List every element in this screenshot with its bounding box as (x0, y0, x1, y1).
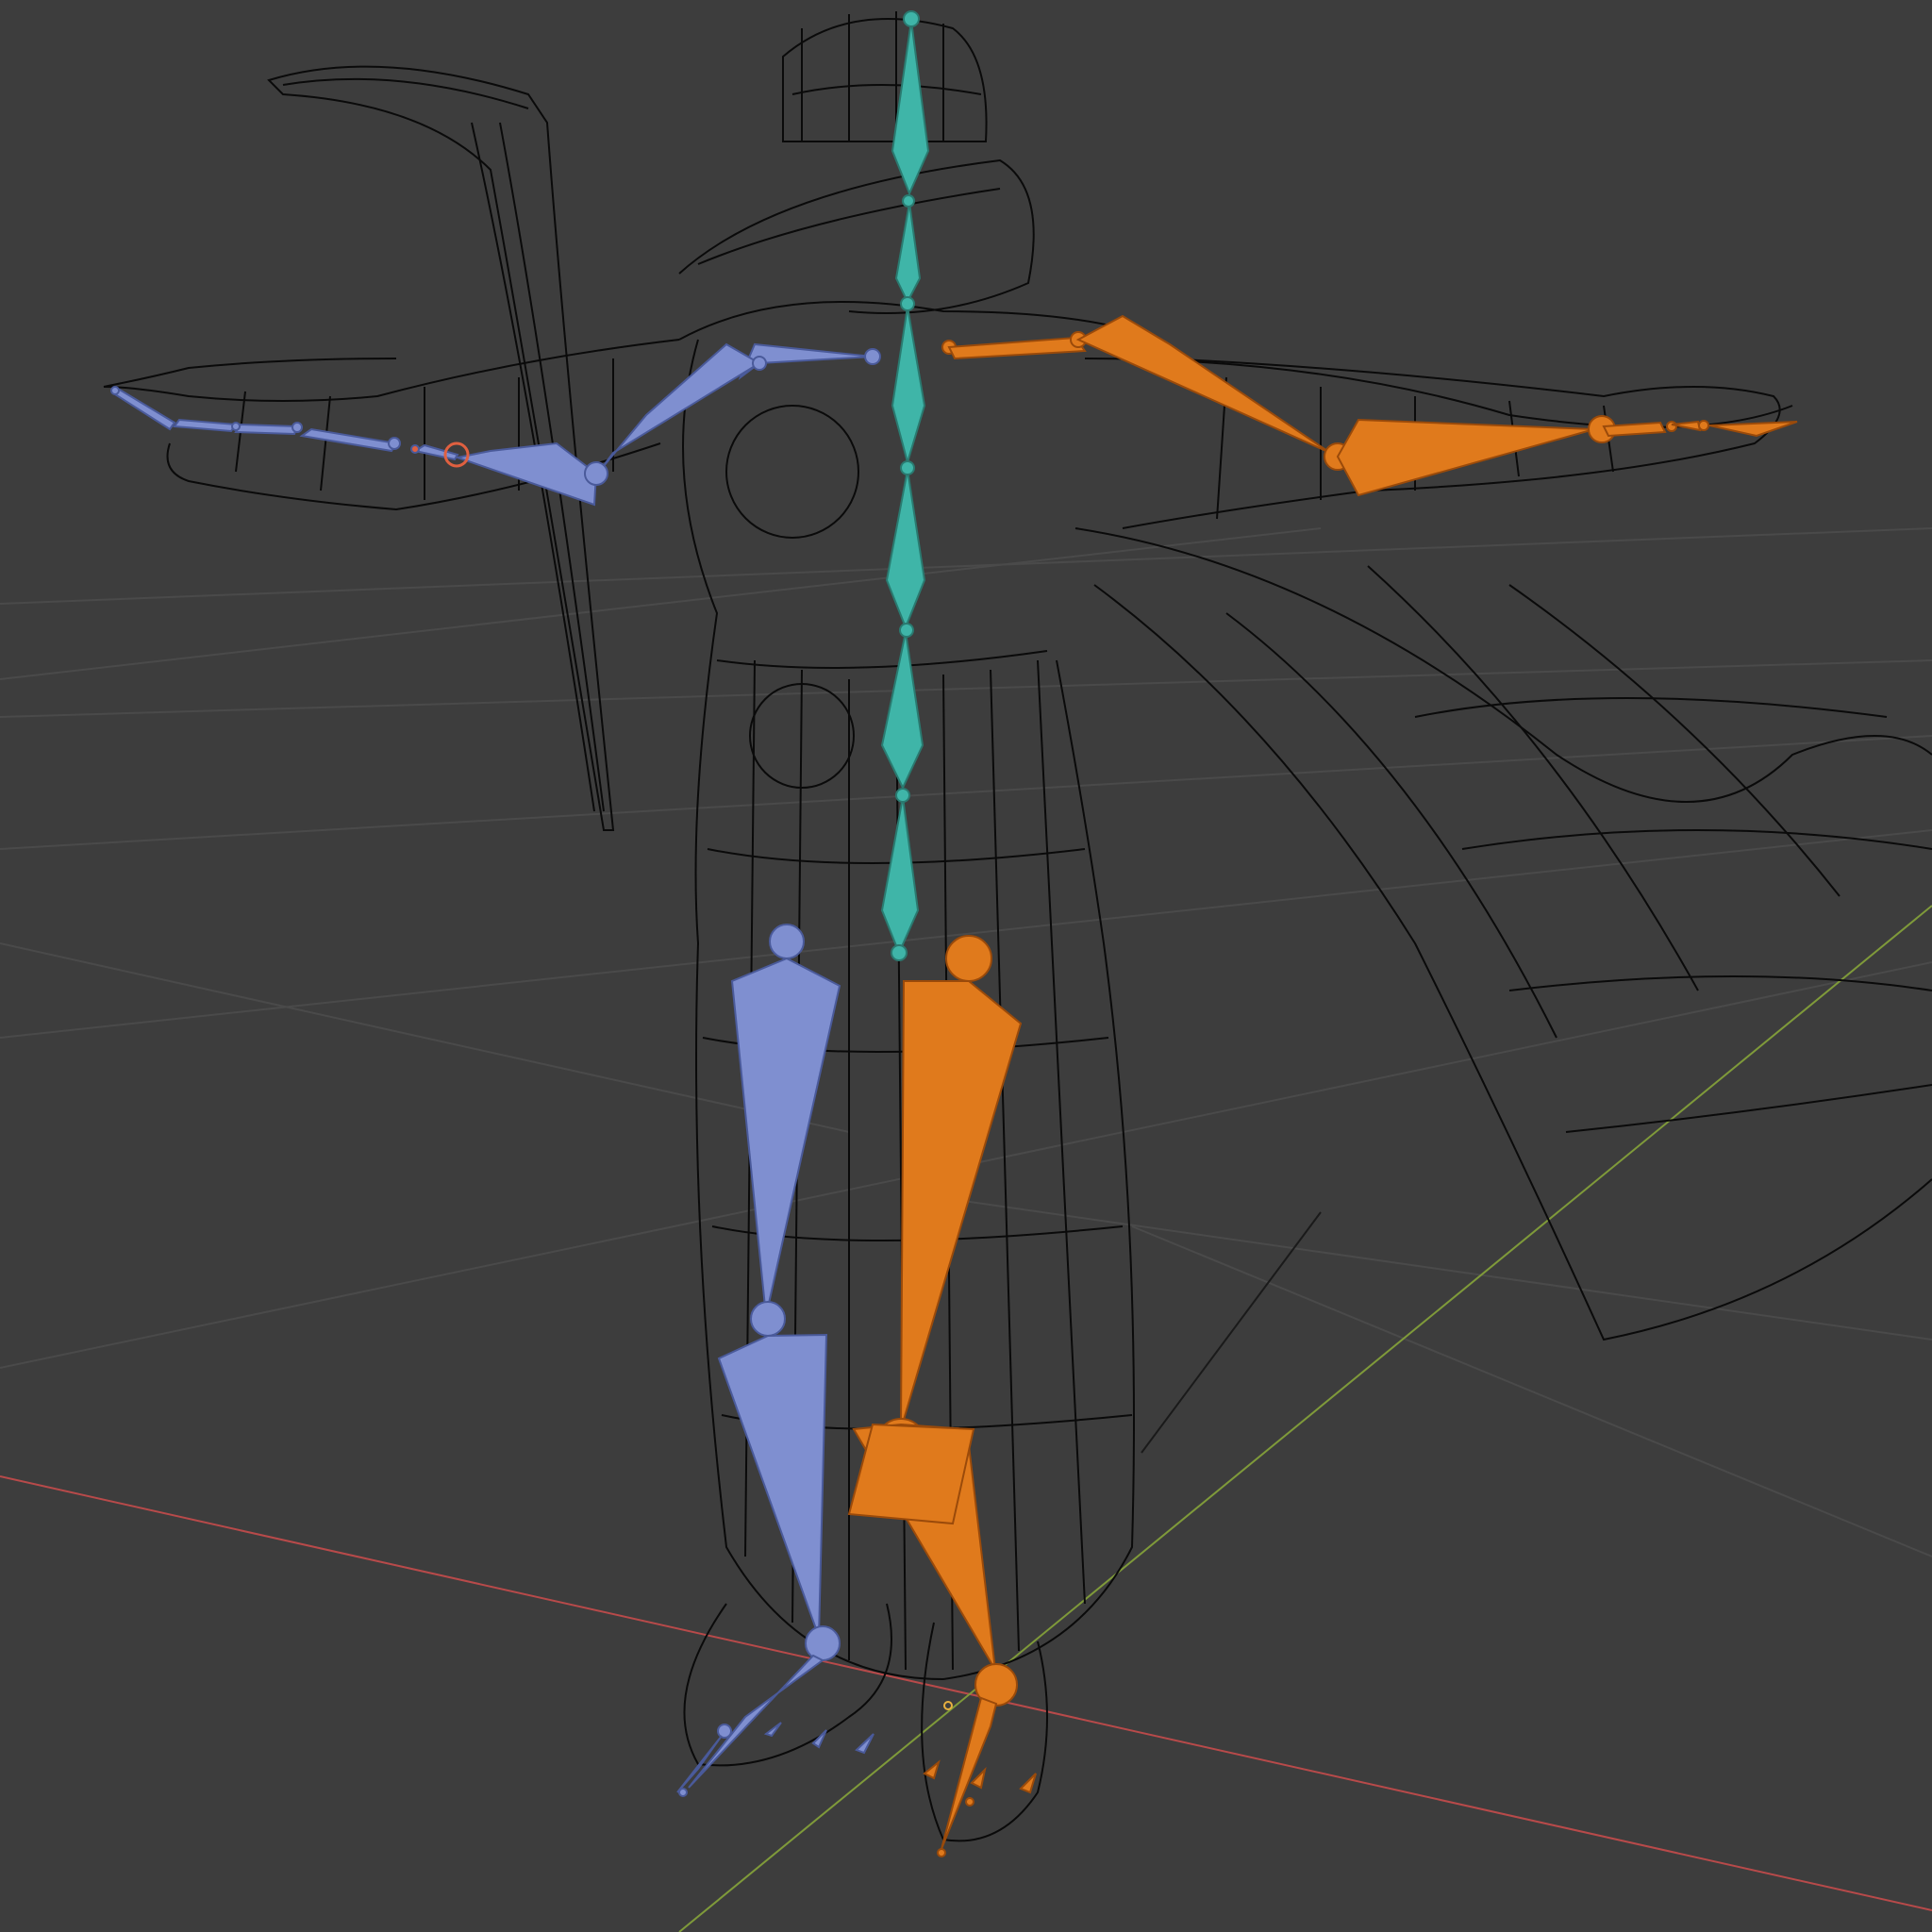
viewport-canvas[interactable] (0, 0, 1932, 1932)
right-arm-bone-chain[interactable] (941, 314, 1798, 497)
empty-line (1141, 1211, 1322, 1454)
right-leg-bone-chain[interactable] (847, 935, 1037, 1857)
3d-cursor-icon[interactable] (943, 1701, 953, 1710)
spine-bone-chain[interactable] (880, 10, 930, 961)
3d-viewport[interactable] (0, 0, 1932, 1932)
wireframe-mesh[interactable] (103, 11, 1932, 1842)
y-axis-line (678, 905, 1932, 1932)
